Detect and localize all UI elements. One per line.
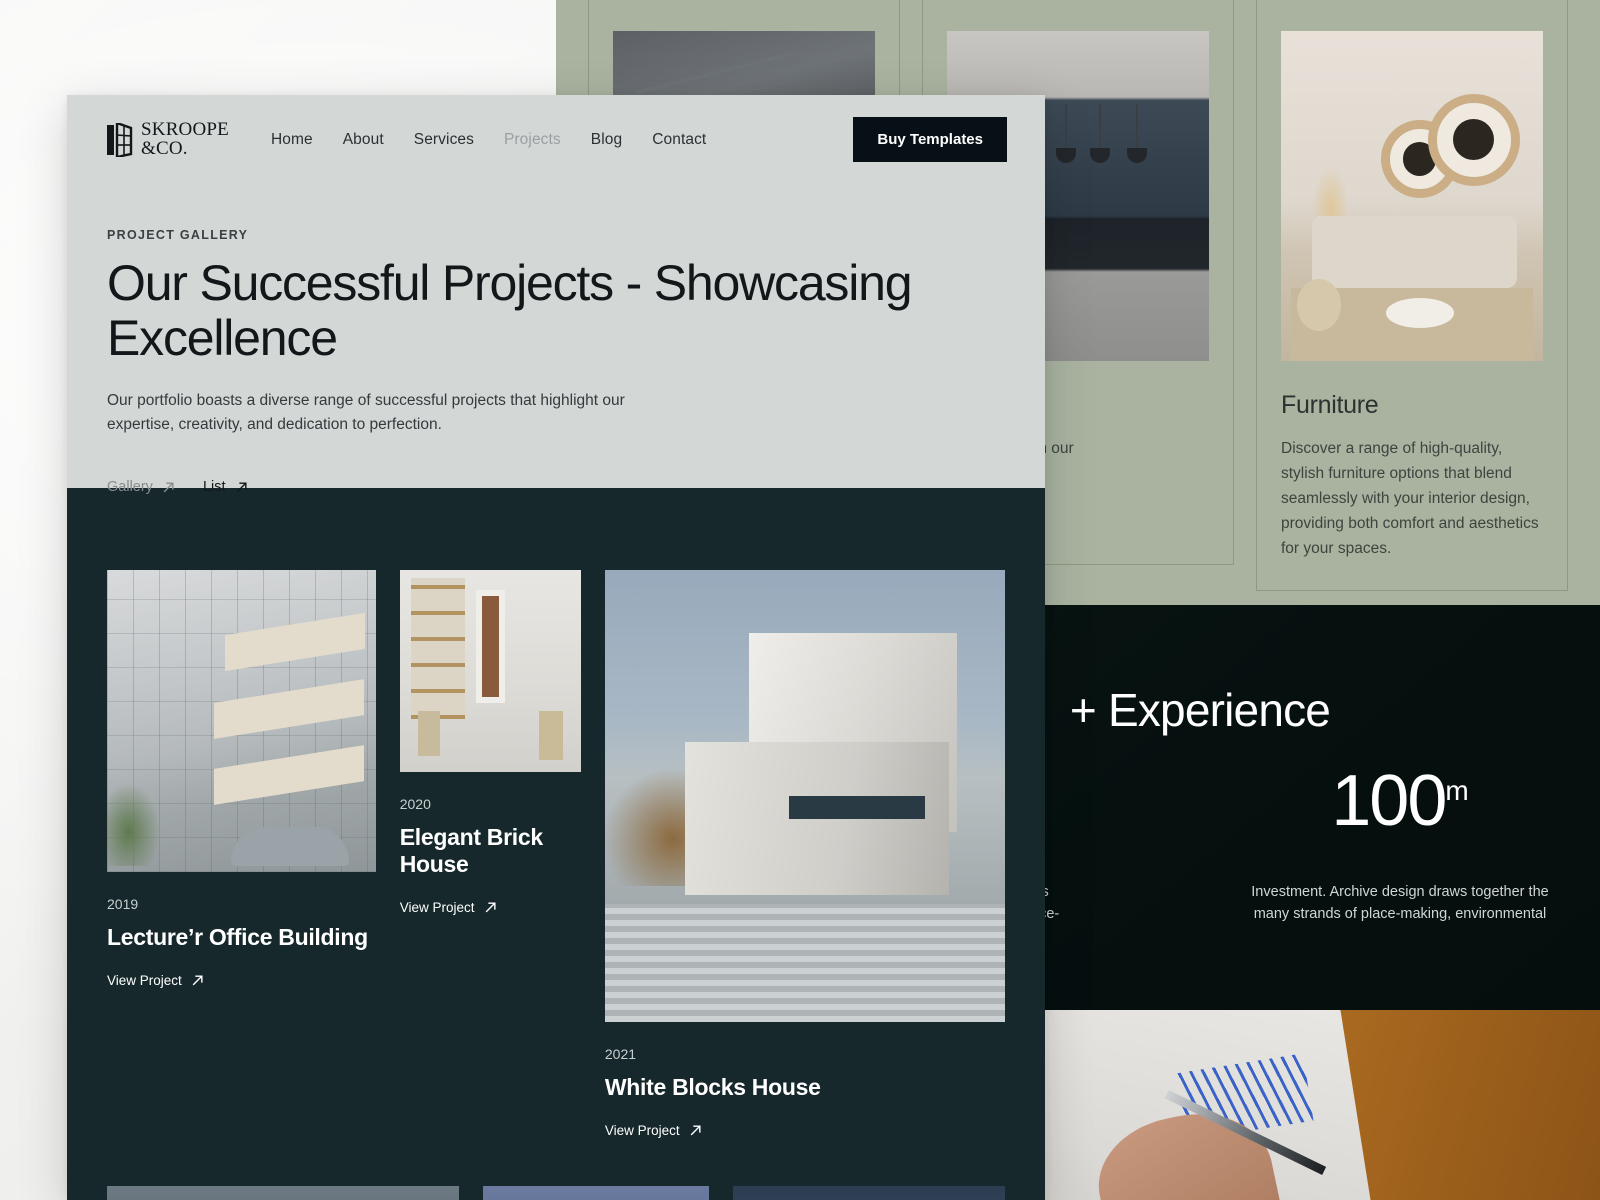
project-year: 2020: [399, 796, 431, 812]
nav-link-contact[interactable]: Contact: [652, 131, 706, 149]
nav-link-services[interactable]: Services: [414, 131, 474, 149]
arrow-up-right-icon: [163, 482, 174, 493]
project-card[interactable]: 2019 Lecture’r Office Building View Proj…: [107, 570, 376, 990]
projects-page-panel: SKROOPE &CO. Home About Services Project…: [67, 95, 1045, 1200]
view-mode-list-label: List: [202, 479, 226, 496]
project-card[interactable]: 2021 White Blocks House View Project: [604, 570, 1005, 1140]
arrow-up-right-icon: [690, 1125, 701, 1136]
projects-next-row: [107, 1185, 1005, 1200]
nav-link-about[interactable]: About: [343, 131, 384, 149]
architect-drawing-blueprint-photo: [1018, 1010, 1600, 1200]
window-door-icon: [107, 122, 133, 157]
stat-item: 100m Investment. Archive design draws to…: [1200, 765, 1600, 948]
view-project-link[interactable]: View Project: [107, 973, 204, 988]
stat-description: Investment. Archive design draws togethe…: [1251, 884, 1549, 923]
hero-eyebrow: PROJECT GALLERY: [107, 228, 249, 242]
view-mode-gallery[interactable]: Gallery: [107, 479, 175, 495]
nav-link-projects[interactable]: Projects: [504, 131, 561, 149]
project-name: White Blocks House: [604, 1074, 821, 1100]
arrow-up-right-icon: [192, 975, 203, 986]
living-room-photo: [1281, 31, 1543, 361]
hero-subtitle: Our portfolio boasts a diverse range of …: [107, 392, 625, 434]
project-thumbnail[interactable]: [733, 1185, 1005, 1200]
logo-wordmark: SKROOPE &CO.: [141, 119, 229, 159]
view-mode-switcher: Gallery List: [107, 479, 1005, 495]
projects-section: 2019 Lecture’r Office Building View Proj…: [67, 488, 1045, 1200]
site-logo[interactable]: SKROOPE &CO.: [107, 119, 229, 159]
project-name: Lecture’r Office Building: [107, 924, 368, 950]
view-mode-gallery-label: Gallery: [107, 479, 153, 496]
project-thumbnail[interactable]: [483, 1185, 709, 1200]
arrow-up-right-icon: [485, 902, 496, 913]
main-navigation: SKROOPE &CO. Home About Services Project…: [67, 95, 1045, 162]
view-project-link[interactable]: View Project: [400, 900, 497, 915]
buy-templates-button[interactable]: Buy Templates: [853, 117, 1007, 162]
panel-header: SKROOPE &CO. Home About Services Project…: [67, 95, 1045, 495]
nav-links: Home About Services Projects Blog Contac…: [271, 131, 706, 149]
atrium-staircase-photo: [107, 570, 376, 872]
project-year: 2019: [107, 896, 139, 912]
white-concrete-house-photo: [604, 570, 1005, 1022]
project-card[interactable]: 2020 Elegant Brick House View Project: [399, 570, 581, 917]
view-mode-list[interactable]: List: [203, 479, 248, 495]
project-name: Elegant Brick House: [399, 824, 543, 877]
view-project-label: View Project: [107, 972, 182, 988]
stat-number: 100: [1331, 761, 1447, 841]
view-project-link[interactable]: View Project: [605, 1123, 702, 1138]
arrow-up-right-icon: [236, 482, 247, 493]
project-thumbnail[interactable]: [107, 1185, 459, 1200]
projects-grid: 2019 Lecture’r Office Building View Proj…: [107, 570, 1005, 1140]
service-body: Discover a range of high-quality, stylis…: [1281, 440, 1539, 558]
nav-link-blog[interactable]: Blog: [591, 131, 622, 149]
stat-unit: m: [1445, 775, 1469, 806]
view-project-label: View Project: [399, 899, 475, 915]
stat-value: 100m: [1200, 765, 1600, 837]
service-card-3[interactable]: Furniture Discover a range of high-quali…: [1256, 0, 1568, 591]
white-shelving-interior-photo: [399, 570, 581, 772]
service-title: Furniture: [1281, 391, 1379, 419]
nav-link-home[interactable]: Home: [271, 131, 313, 149]
view-project-label: View Project: [604, 1122, 680, 1138]
page-title: Our Successful Projects - Showcasing Exc…: [107, 255, 913, 366]
project-year: 2021: [604, 1046, 637, 1062]
hero-section: PROJECT GALLERY Our Successful Projects …: [67, 162, 1045, 495]
